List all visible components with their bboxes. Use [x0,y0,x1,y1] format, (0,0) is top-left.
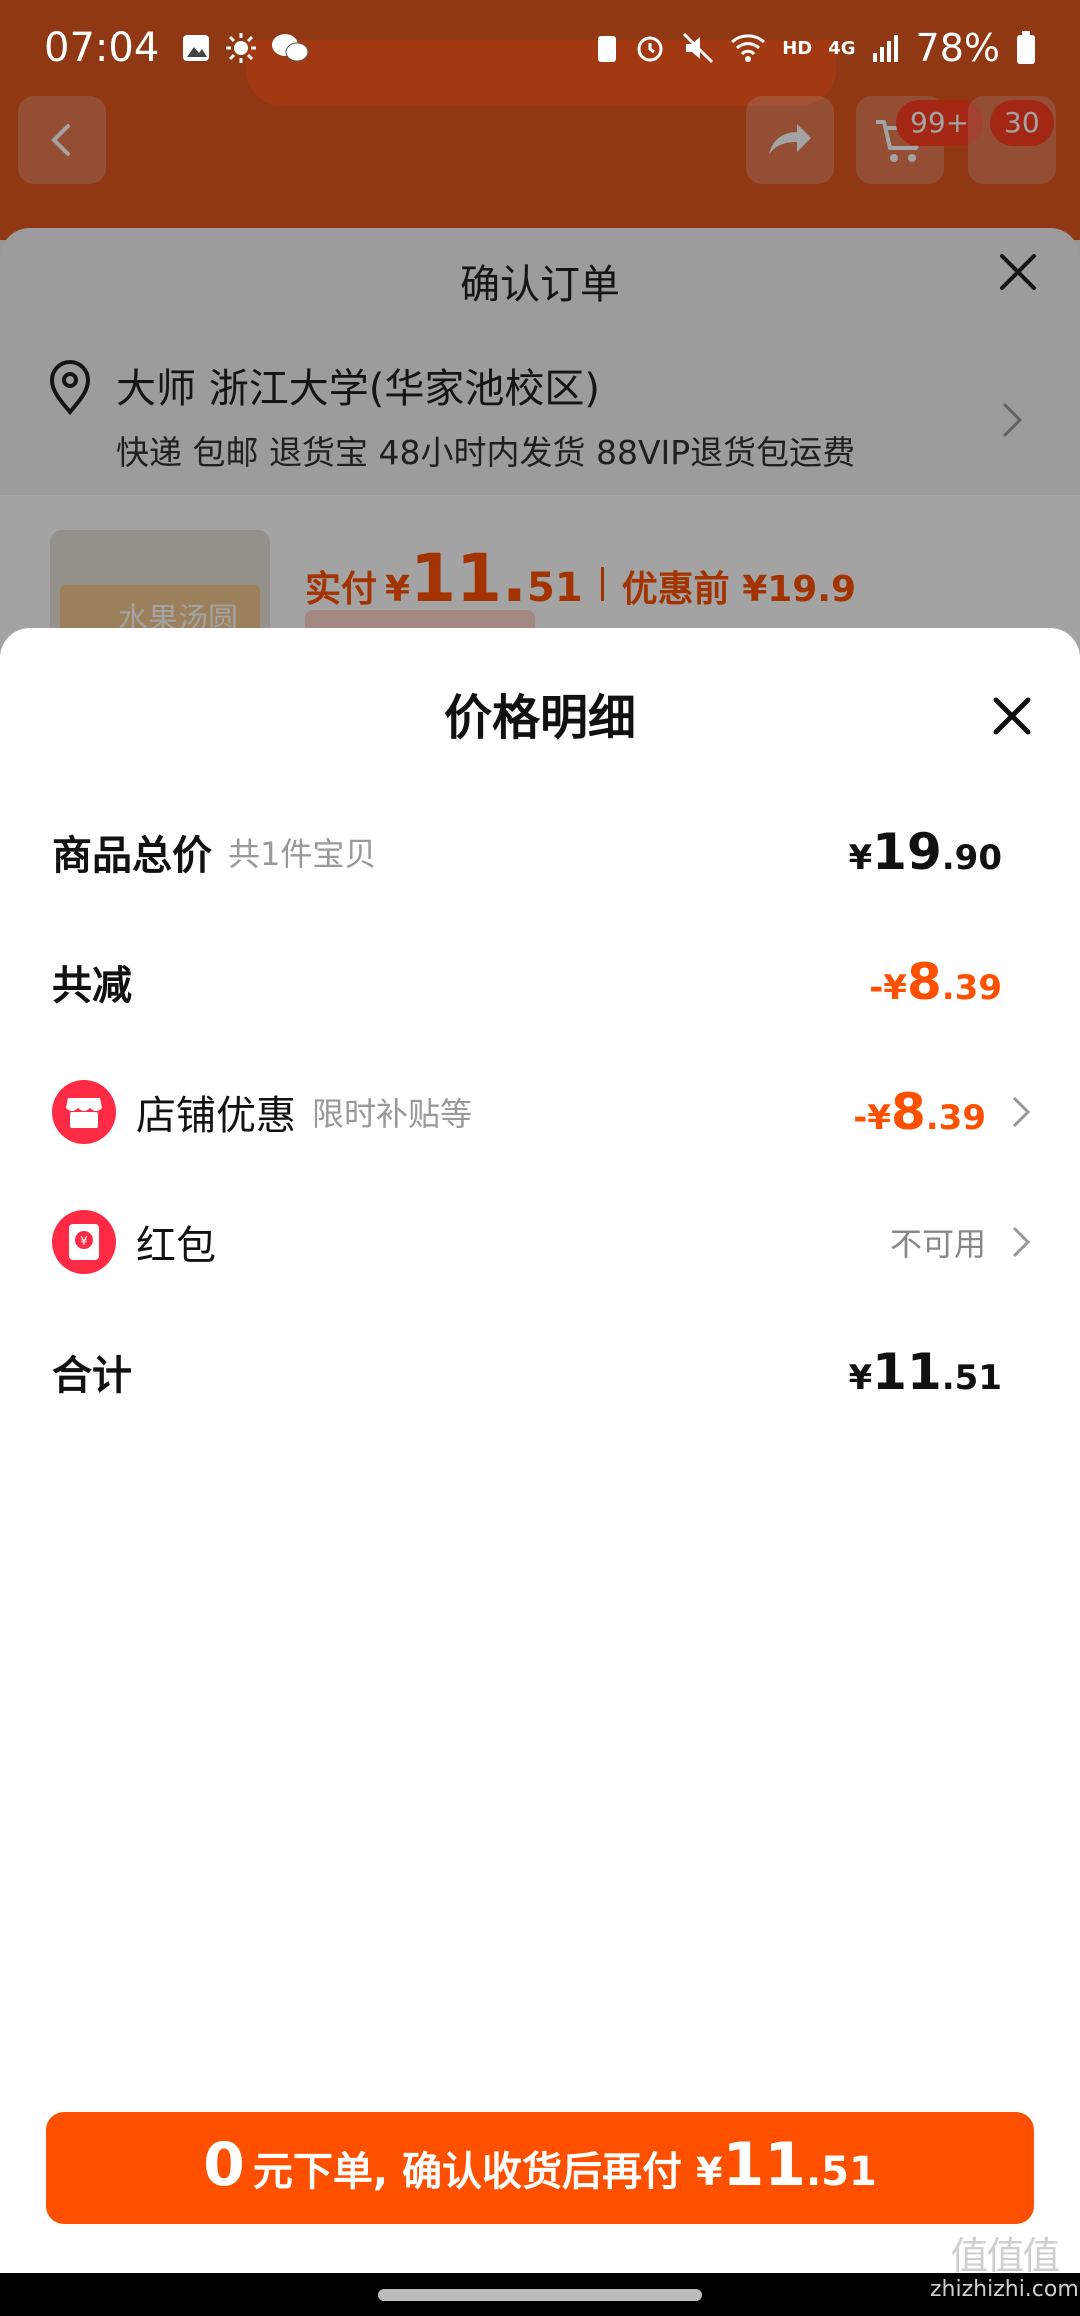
mute-icon [683,32,714,64]
store-discount-value: -¥ 8 .39 [853,1083,986,1141]
sheet-title: 价格明细 [443,690,636,746]
signal-icon [872,35,898,62]
brightness-icon [226,33,257,63]
currency-symbol: -¥ [853,1098,891,1138]
value-integer: 11 [872,1343,942,1401]
currency-symbol: ¥ [848,838,873,878]
cta-zero: 0 [203,2130,245,2200]
value-decimal: .39 [925,1098,986,1138]
home-indicator[interactable] [378,2289,702,2301]
battery-percent: 78% [915,26,1000,70]
grand-total-value: ¥ 11 .51 [849,1343,1003,1401]
total-discount-row: 共减 -¥ 8 .39 [52,942,1002,1022]
store-icon [52,1080,116,1144]
value-integer: 8 [906,953,942,1011]
cta-text: 元下单, 确认收货后再付 [252,2149,683,2195]
store-discount-label: 店铺优惠 [136,1093,296,1139]
value-decimal: .90 [941,838,1002,878]
currency-symbol: ¥ [848,1358,873,1398]
battery-saver-icon [598,36,617,62]
value-decimal: .39 [941,968,1002,1008]
goods-total-value: ¥ 19 .90 [849,823,1003,881]
place-order-button[interactable]: 0 元下单, 确认收货后再付 ¥ 11 .51 [46,2112,1034,2224]
item-count: 共1件宝贝 [228,835,377,873]
grand-total-row: 合计 ¥ 11 .51 [52,1332,1002,1412]
currency-symbol: -¥ [869,968,907,1008]
store-discount-sub: 限时补贴等 [312,1095,473,1133]
gallery-icon [183,35,210,61]
red-packet-icon: ¥ [52,1210,116,1274]
store-discount-row[interactable]: 店铺优惠 限时补贴等 -¥ 8 .39 [52,1072,1032,1152]
alarm-icon [637,36,663,62]
value-integer: 19 [872,823,942,881]
hd-indicator: HD [782,37,813,59]
watermark-logo: 值值值 [950,2234,1060,2278]
total-discount-value: -¥ 8 .39 [869,953,1002,1011]
network-type: 4G [828,37,856,59]
close-icon[interactable] [992,696,1032,736]
wechat-icon [272,34,309,62]
red-packet-status: 不可用 [889,1225,986,1263]
clock: 07:04 [44,25,160,71]
wifi-icon [731,34,766,62]
cta-amount-decimal: .51 [805,2149,877,2195]
value-decimal: .51 [941,1358,1002,1398]
chevron-right-icon [1012,1096,1031,1128]
status-bar: 07:04 HD 4G 78% [0,0,1080,96]
battery-icon [1017,31,1035,64]
total-discount-label: 共减 [52,963,132,1009]
svg-text:¥: ¥ [80,1234,88,1248]
watermark-site: zhizhizhi.com [930,2276,1079,2302]
currency-symbol: ¥ [696,2150,723,2194]
goods-total-label: 商品总价 [52,833,212,879]
value-integer: 8 [890,1083,926,1141]
red-packet-row[interactable]: ¥ 红包 不可用 [52,1202,1032,1282]
grand-total-label: 合计 [52,1353,132,1399]
cta-amount-integer: 11 [722,2130,806,2200]
watermark: 值值值 zhizhizhi.com [930,2234,1079,2302]
goods-total-row: 商品总价 共1件宝贝 ¥ 19 .90 [52,812,1002,892]
red-packet-label: 红包 [136,1223,216,1269]
chevron-right-icon [1012,1226,1031,1258]
